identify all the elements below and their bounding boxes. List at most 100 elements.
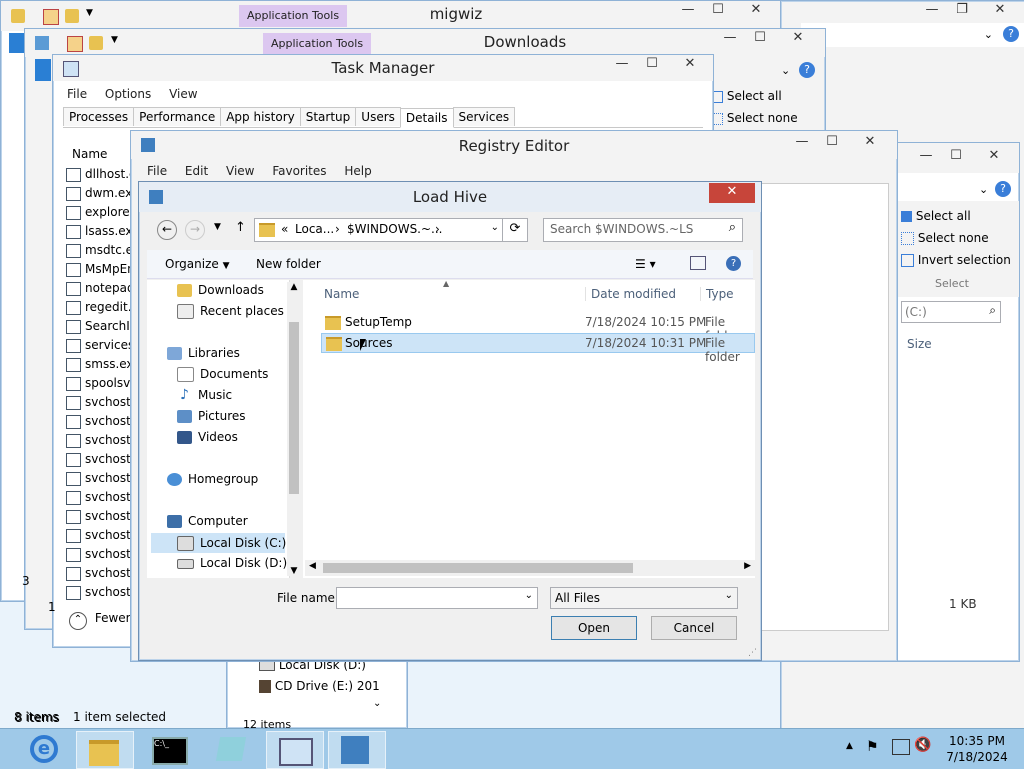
nav-item-videos[interactable]: Videos — [177, 430, 238, 444]
select-none-button[interactable]: Select none — [901, 231, 989, 245]
application-tools-tab[interactable]: Application Tools — [239, 5, 348, 27]
qat-dropdown-icon[interactable]: ▼ — [86, 8, 93, 18]
up-button[interactable]: ↑ — [235, 220, 246, 235]
tab-services[interactable]: Services — [452, 107, 516, 126]
menu-file[interactable]: File — [147, 164, 167, 178]
column-header-name[interactable]: Name — [72, 147, 107, 161]
properties-icon[interactable] — [67, 36, 83, 52]
network-icon[interactable] — [892, 739, 910, 755]
menu-favorites[interactable]: Favorites — [272, 164, 326, 178]
new-folder-button[interactable]: New folder — [256, 257, 321, 271]
tab-users[interactable]: Users — [355, 107, 401, 126]
recent-locations-dropdown-icon[interactable]: ▼ — [214, 222, 221, 232]
maximize-button[interactable]: ☐ — [817, 133, 847, 153]
nav-item-downloads[interactable]: Downloads — [177, 283, 264, 297]
process-row[interactable]: SearchIn — [66, 319, 137, 334]
help-icon[interactable]: ? — [1003, 26, 1019, 42]
breadcrumb-overflow[interactable]: « — [281, 222, 288, 236]
select-none-button[interactable]: Select none — [711, 111, 798, 125]
close-button[interactable]: ✕ — [667, 55, 713, 75]
minimize-button[interactable]: — — [911, 147, 941, 167]
process-row[interactable]: regedit.e — [66, 300, 139, 315]
scroll-right-arrow-icon[interactable]: ▶ — [744, 561, 751, 571]
open-button[interactable]: Open — [551, 616, 637, 640]
close-button[interactable]: ✕ — [847, 133, 893, 153]
nav-item-local-disk-c[interactable]: Local Disk (C:) — [151, 533, 286, 553]
internet-explorer-icon[interactable]: e — [16, 731, 72, 767]
volume-muted-icon[interactable]: 🔇 — [914, 737, 931, 753]
migwiz-icon[interactable] — [204, 731, 260, 767]
task-manager-icon[interactable] — [266, 731, 324, 769]
search-input[interactable]: Search $WINDOWS.~LS ⌕ — [543, 218, 743, 242]
resize-grip-icon[interactable]: ⋰ — [748, 648, 757, 658]
organize-button[interactable]: Organize ▼ — [165, 257, 230, 271]
size-column-header[interactable]: Size — [907, 337, 932, 351]
nav-item-music[interactable]: ♪ Music — [177, 388, 232, 402]
maximize-button[interactable]: ☐ — [745, 29, 775, 49]
nav-item-computer[interactable]: Computer — [167, 514, 248, 528]
tab-performance[interactable]: Performance — [133, 107, 222, 126]
select-all-button[interactable]: Select all — [711, 89, 782, 103]
show-hidden-icons[interactable]: ▲ — [846, 741, 853, 751]
action-center-flag-icon[interactable]: ⚑ — [866, 739, 879, 755]
help-icon[interactable]: ? — [726, 256, 741, 271]
scroll-down-arrow-icon[interactable]: ▼ — [287, 566, 301, 576]
nav-item-libraries[interactable]: Libraries — [167, 346, 240, 360]
help-icon[interactable]: ? — [799, 62, 815, 78]
qat-dropdown-icon[interactable]: ▼ — [111, 35, 118, 45]
process-row[interactable]: lsass.exe — [66, 224, 140, 239]
file-row-selected[interactable]: Sources 7/18/2024 10:31 PM File folder — [321, 333, 755, 364]
command-prompt-icon[interactable]: C:\_ — [140, 731, 196, 767]
select-all-button[interactable]: Select all — [901, 209, 971, 223]
scroll-down-arrow-icon[interactable]: ⌄ — [373, 698, 381, 709]
nav-scroll-thumb[interactable] — [289, 322, 299, 494]
process-row[interactable]: dwm.exe — [66, 186, 139, 201]
maximize-button[interactable]: ☐ — [637, 55, 667, 75]
minimize-button[interactable]: — — [715, 29, 745, 49]
file-type-dropdown-icon[interactable]: ⌄ — [725, 590, 733, 601]
back-button[interactable]: ← — [157, 220, 177, 240]
menu-help[interactable]: Help — [344, 164, 371, 178]
close-button[interactable]: ✕ — [971, 147, 1017, 167]
collapse-ribbon-icon[interactable]: ⌄ — [979, 183, 988, 196]
change-view-icon[interactable]: ☰ ▾ — [635, 257, 656, 271]
h-scroll-thumb[interactable] — [323, 563, 633, 573]
invert-selection-button[interactable]: Invert selection — [901, 253, 1011, 267]
forward-button[interactable]: → — [185, 220, 205, 240]
minimize-button[interactable]: — — [917, 1, 947, 21]
menu-edit[interactable]: Edit — [185, 164, 208, 178]
search-input[interactable]: (C:) ⌕ — [901, 301, 1001, 323]
menu-file[interactable]: File — [67, 87, 87, 101]
restore-button[interactable]: ❐ — [947, 1, 977, 21]
horizontal-scrollbar[interactable]: ◀ ▶ — [305, 560, 755, 576]
refresh-button[interactable]: ⟳ — [502, 218, 528, 242]
tab-app-history[interactable]: App history — [220, 107, 301, 126]
collapse-ribbon-icon[interactable]: ⌄ — [781, 64, 790, 77]
tab-details[interactable]: Details — [399, 108, 454, 128]
help-icon[interactable]: ? — [995, 181, 1011, 197]
address-bar[interactable]: « Loca... › $WINDOWS.~... › ⌄ — [254, 218, 504, 242]
minimize-button[interactable]: — — [673, 1, 703, 21]
new-folder-icon[interactable] — [65, 9, 79, 23]
registry-editor-icon[interactable] — [328, 731, 386, 769]
menu-options[interactable]: Options — [105, 87, 151, 101]
drive-item-e[interactable]: CD Drive (E:) 201 — [259, 679, 380, 693]
column-header-name[interactable]: Name — [324, 287, 359, 301]
menu-view[interactable]: View — [169, 87, 197, 101]
minimize-button[interactable]: — — [787, 133, 817, 153]
maximize-button[interactable]: ☐ — [941, 147, 971, 167]
tab-startup[interactable]: Startup — [299, 107, 357, 126]
minimize-button[interactable]: — — [607, 55, 637, 75]
file-name-input[interactable]: ⌄ — [336, 587, 538, 609]
tab-processes[interactable]: Processes — [63, 107, 135, 126]
nav-item-recent-places[interactable]: Recent places — [177, 304, 284, 319]
file-row[interactable]: SetupTemp 7/18/2024 10:15 PM File folder — [321, 312, 755, 343]
fewer-details-button[interactable]: ⌃ Fewer — [69, 611, 131, 630]
collapse-ribbon-icon[interactable]: ⌄ — [984, 28, 993, 41]
process-row[interactable]: notepad. — [66, 281, 138, 296]
close-button[interactable]: ✕ — [733, 1, 779, 21]
close-button[interactable]: ✕ — [775, 29, 821, 49]
scroll-left-arrow-icon[interactable]: ◀ — [309, 561, 316, 571]
nav-item-homegroup[interactable]: Homegroup — [167, 472, 258, 486]
new-folder-icon[interactable] — [89, 36, 103, 50]
